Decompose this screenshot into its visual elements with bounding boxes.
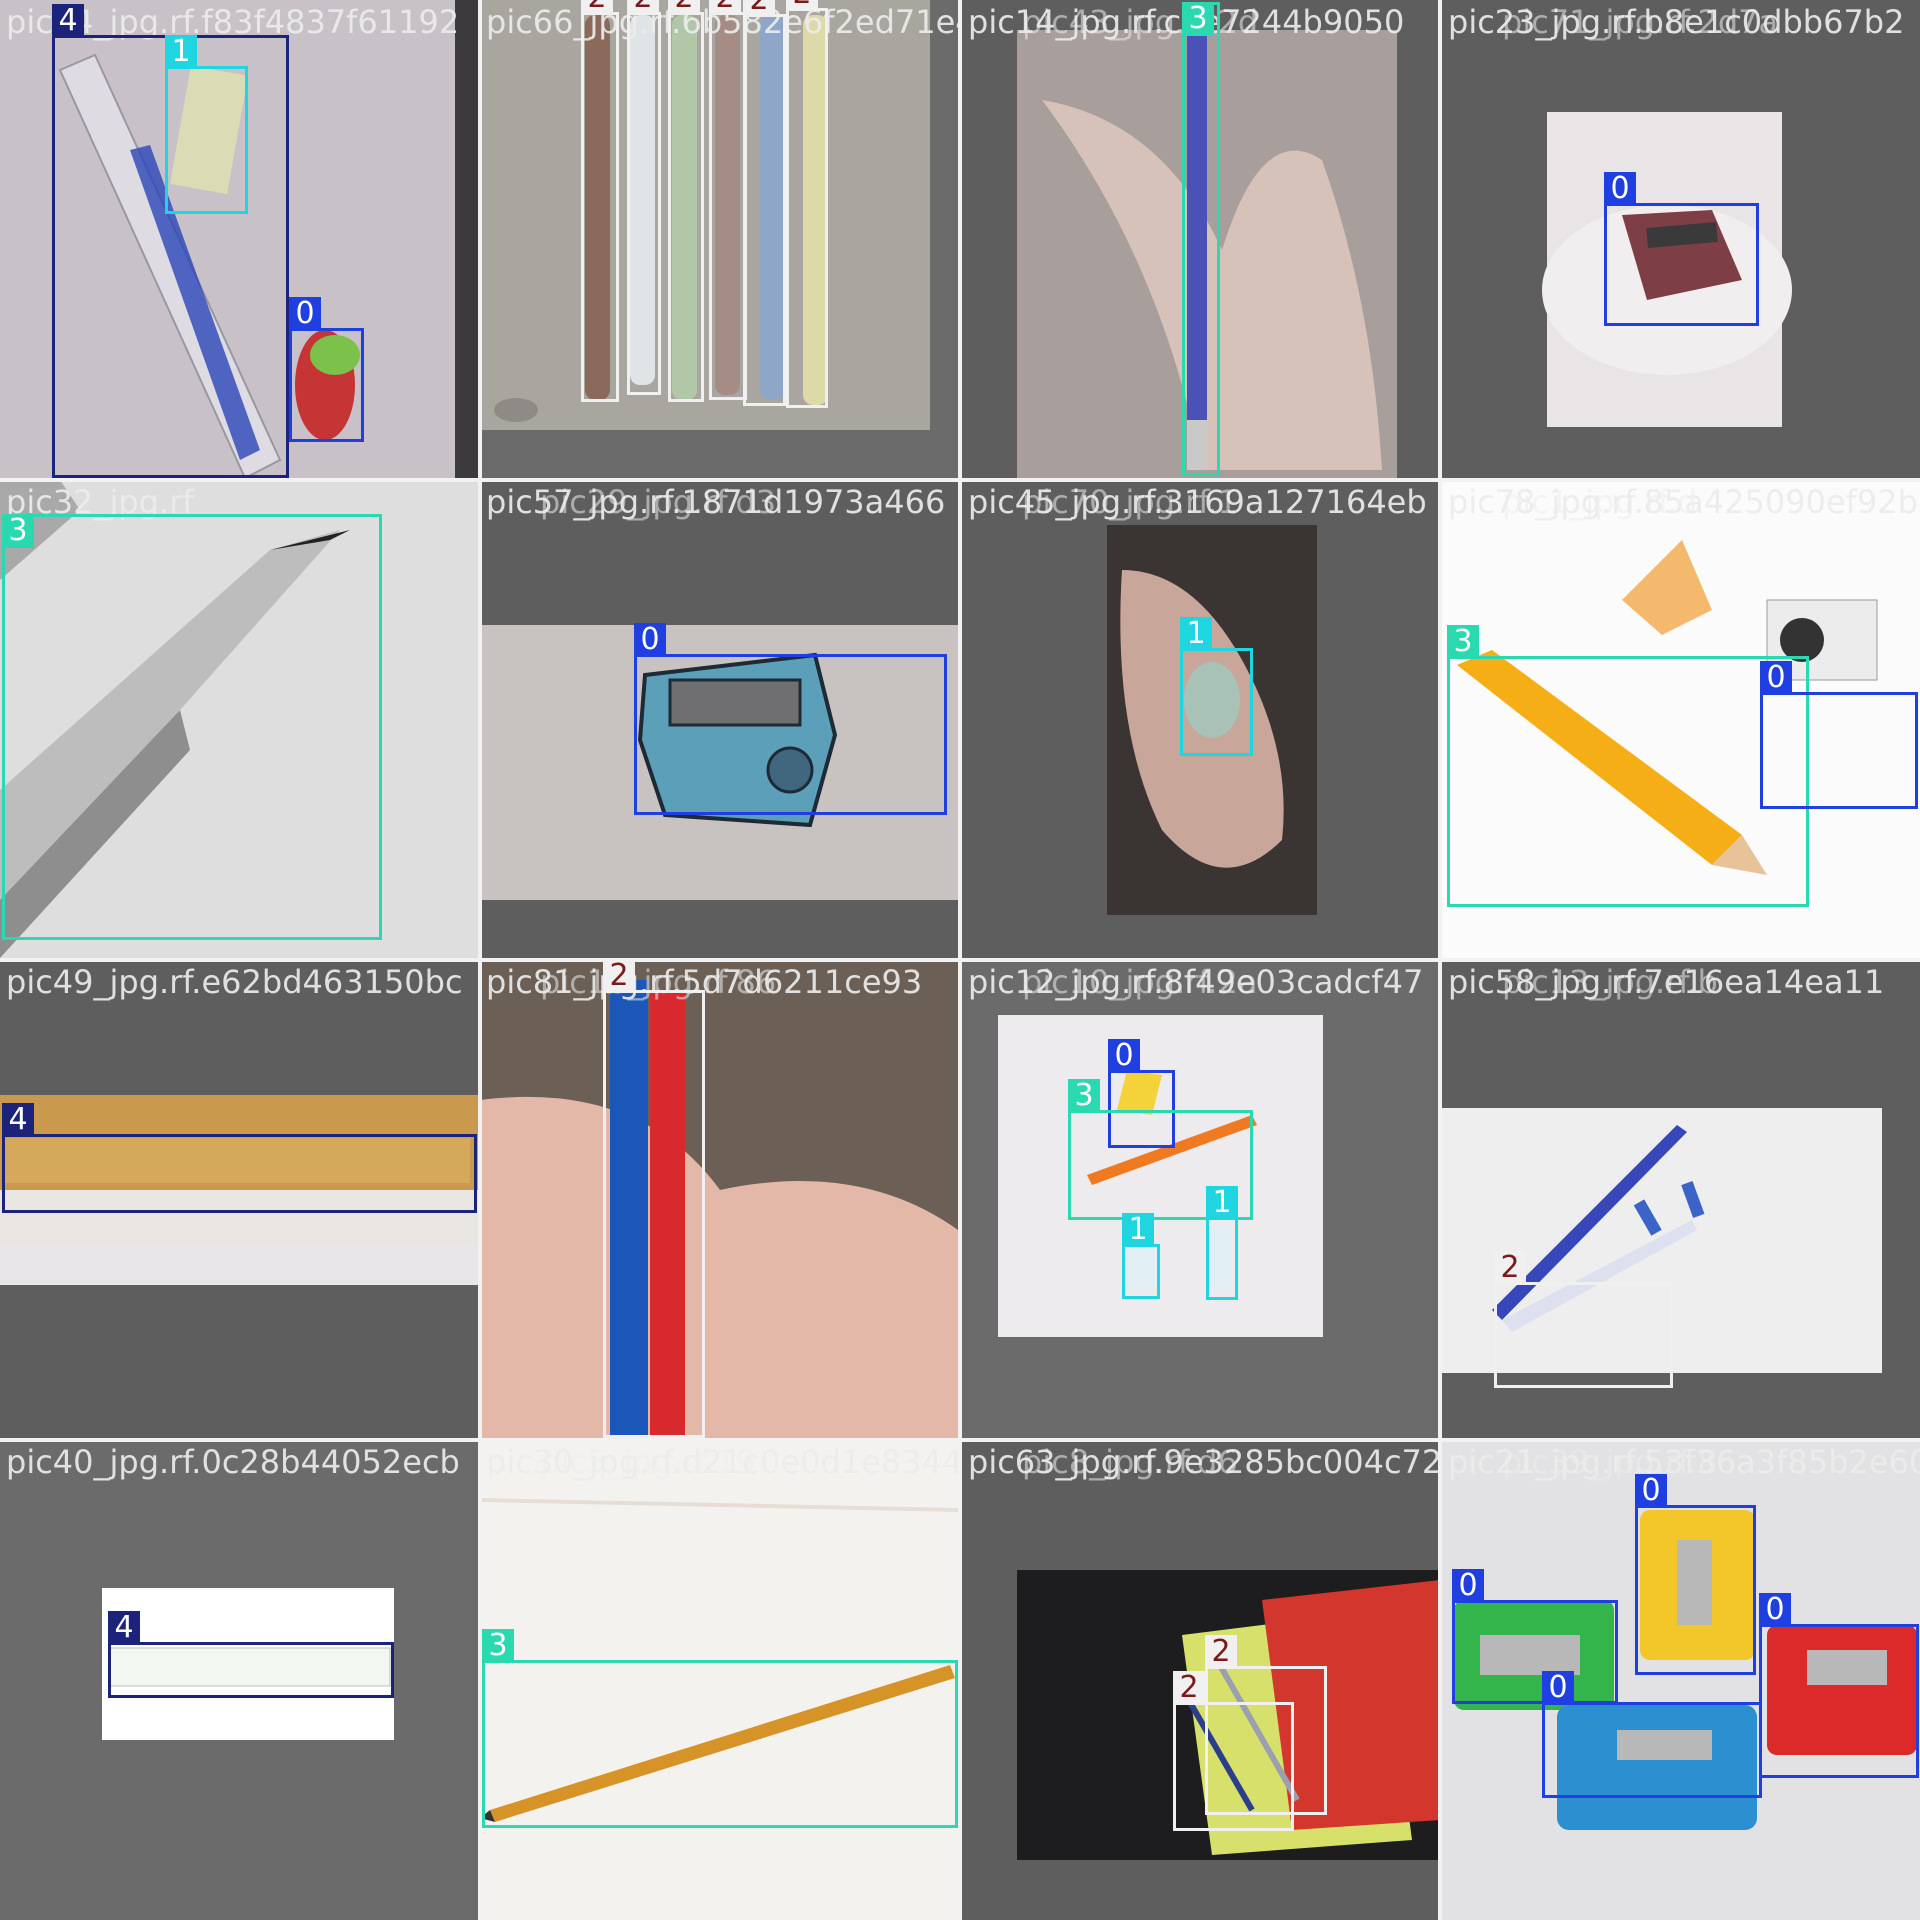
class-label: 2 (1205, 1635, 1237, 1669)
detection-box-sharpener: 0 (289, 297, 364, 442)
tile-caption-overlap: pic43_jpg.rf.2d (1022, 3, 1259, 41)
two-pens-hand-photo (480, 960, 958, 1438)
class-label: 2 (786, 0, 818, 11)
detection-box-pencil: 3 (1447, 625, 1809, 907)
class-label: 2 (603, 959, 635, 993)
detection-box-sharpener: 0 (1604, 172, 1759, 326)
detection-box-pen: 2 (668, 0, 704, 402)
class-label: 0 (289, 297, 321, 331)
tile-caption-overlap: pic5_jpg.rf.19 (540, 1443, 756, 1481)
detection-box-pen: 2 (603, 959, 705, 1438)
class-label: 2 (1494, 1251, 1526, 1285)
detection-box-pen: 2 (786, 0, 828, 408)
detection-box-sharpener: 0 (1635, 1474, 1756, 1675)
tile-caption-overlap: pic1_jpg.rf.d (1502, 483, 1698, 521)
class-label: 0 (1760, 661, 1792, 695)
detection-box-eraser: 1 (1180, 617, 1253, 756)
class-label: 0 (634, 623, 666, 657)
class-label: 3 (2, 514, 34, 548)
detection-box-sharpener: 0 (1542, 1671, 1762, 1798)
class-label: 3 (1447, 625, 1479, 659)
class-label: 2 (581, 0, 613, 15)
class-label: 2 (668, 0, 700, 15)
detection-box-pen: 2 (709, 0, 747, 400)
class-label: 0 (1108, 1039, 1140, 1073)
class-label: 1 (1180, 617, 1212, 651)
class-label: 0 (1542, 1671, 1574, 1705)
detection-box-sharpener: 0 (1452, 1569, 1618, 1704)
class-label: 3 (482, 1629, 514, 1663)
class-label: 0 (1452, 1569, 1484, 1603)
detection-box-pen: 2 (743, 0, 786, 406)
class-label: 0 (1604, 172, 1636, 206)
detection-box-sharpener: 0 (1760, 661, 1918, 809)
detection-box-pen: 2 (627, 0, 661, 395)
grid-separator (0, 958, 1920, 962)
tile-caption-overlap: pic71_jpg.rf.2d7a (1502, 3, 1779, 41)
image-mosaic: pic74_jpg.rf.f83f4837f61192 pic66_jpg.rf… (0, 0, 1920, 1920)
tile-caption-overlap: pic70_jpg.rf.1 (1022, 483, 1238, 521)
tile-caption-overlap: pic13_jpg.rf.b (1502, 963, 1718, 1001)
class-label: 1 (1206, 1186, 1238, 1220)
detection-box-eraser: 1 (165, 35, 248, 214)
detection-box-pencil: 3 (1182, 2, 1220, 476)
tile-caption-overlap: pic8_jpg.rf.d6 (1022, 1443, 1238, 1481)
grid-separator (0, 478, 1920, 482)
detection-box-pen: 2 (1173, 1671, 1294, 1831)
class-label: 4 (108, 1611, 140, 1645)
detection-box-eraser: 1 (1122, 1213, 1160, 1299)
two-pens-hand-scene (480, 960, 958, 1438)
tile-caption-overlap: pic10_jpg.rf.2a (1022, 963, 1258, 1001)
class-label: 4 (2, 1103, 34, 1137)
tile-10: pic81_jpg.rf.5d7d6211ce93 pic18_jpg.rf.8… (480, 960, 958, 1438)
detection-box-pen: 2 (1494, 1251, 1673, 1388)
detection-box-pen: 2 (581, 0, 619, 402)
class-label: 1 (165, 35, 197, 69)
tile-caption: pic49_jpg.rf.e62bd463150bc (6, 963, 463, 1001)
detection-box-pencil: 3 (2, 514, 382, 940)
class-label: 4 (52, 4, 84, 38)
class-label: 3 (1068, 1079, 1100, 1113)
class-label: 3 (1182, 2, 1214, 36)
class-label: 0 (1759, 1593, 1791, 1627)
detection-box-ruler: 4 (108, 1611, 394, 1698)
detection-box-eraser: 1 (1206, 1186, 1238, 1300)
class-label: 2 (709, 0, 741, 15)
class-label: 0 (1635, 1474, 1667, 1508)
tile-caption: pic40_jpg.rf.0c28b44052ecb (6, 1443, 460, 1481)
tile-caption-overlap: pic39_jpg.rf.8 (1502, 1443, 1718, 1481)
detection-box-sharpener: 0 (1759, 1593, 1919, 1778)
class-label: 2 (627, 0, 659, 15)
detection-box-pencil: 3 (482, 1629, 958, 1828)
class-label: 2 (1173, 1671, 1205, 1705)
tile-caption-overlap: pic29_jpg.rf.d3 (540, 483, 777, 521)
class-label: 2 (743, 0, 775, 17)
detection-box-sharpener: 0 (634, 623, 947, 815)
class-label: 1 (1122, 1213, 1154, 1247)
grid-separator (0, 1438, 1920, 1442)
detection-box-ruler: 4 (2, 1103, 477, 1213)
